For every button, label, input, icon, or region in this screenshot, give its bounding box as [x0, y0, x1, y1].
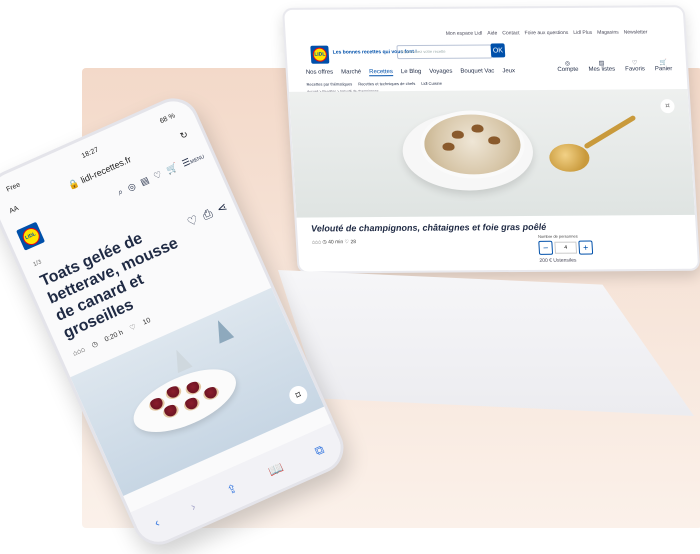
golden-spoon	[548, 143, 591, 172]
portions-value[interactable]: 4	[554, 241, 578, 254]
top-link[interactable]: Foire aux questions	[524, 30, 568, 36]
phone: Free 18:27 68 % AA 🔒 lidl-recettes.fr ↻ …	[0, 90, 352, 553]
menu-icon[interactable]: ☰MENU	[181, 150, 206, 169]
lidl-logo[interactable]: LIDL	[16, 221, 46, 251]
top-link[interactable]: Magasins	[597, 30, 619, 36]
carrier: Free	[5, 181, 22, 194]
cart-label: Panier	[654, 66, 673, 73]
nav-item[interactable]: Jeux	[502, 68, 515, 75]
recipe-meta: ⌂⌂⌂ ◷ 40 min ♡ 28	[312, 239, 356, 245]
list-label: Mes listes	[588, 66, 616, 73]
top-links: Mon espace Lidl Aide Contact Foire aux q…	[446, 29, 648, 36]
cart-icon[interactable]: 🛒 Panier	[654, 59, 673, 73]
laptop-header: LIDL Les bonnes recettes qui vous font !…	[295, 15, 677, 76]
account-label: Compte	[557, 66, 579, 73]
bookmark-icon[interactable]: ⌑	[286, 383, 311, 407]
search-input[interactable]: Recherchez votre recette	[396, 44, 493, 60]
logo-text: LIDL	[19, 224, 42, 248]
laptop-base	[278, 270, 694, 416]
chef-hat-icon: ⌂⌂⌂	[311, 239, 322, 246]
tabs-icon[interactable]: ⧉	[312, 442, 326, 459]
share-icon[interactable]: ⇪	[225, 481, 240, 498]
favorites-icon[interactable]: ♡	[152, 169, 164, 182]
status-time: 18:27	[80, 146, 100, 161]
nav-item[interactable]: Nos offres	[306, 70, 334, 77]
lock-icon: 🔒	[66, 177, 81, 191]
mushroom	[442, 142, 455, 151]
favorites-icon[interactable]: ♡ Favoris	[625, 59, 645, 72]
portions-label: Nombre de personnes	[537, 233, 578, 239]
back-icon[interactable]: ‹	[152, 515, 161, 529]
mushroom	[471, 124, 484, 133]
account-icon[interactable]: ◎ Compte	[557, 60, 579, 73]
clock-icon: ◷	[90, 340, 100, 350]
price-text: 200 €	[539, 257, 553, 264]
recipe-time: 40 min	[328, 239, 344, 246]
decrement-button[interactable]: −	[538, 240, 554, 255]
laptop-screen: LIDL Les bonnes recettes qui vous font !…	[282, 5, 700, 274]
main-nav: Nos offres Marché Recettes Le Blog Voyag…	[306, 68, 516, 77]
portions-stepper: − 4 +	[538, 240, 594, 255]
reload-icon[interactable]: ↻	[177, 125, 191, 145]
sub-nav-item[interactable]: Recettes par thématiques	[306, 81, 352, 86]
cart-icon[interactable]: 🛒	[165, 162, 180, 177]
sub-nav-item[interactable]: Recettes et techniques de chefs	[358, 81, 415, 86]
portions: Nombre de personnes − 4 + 200 € Ustensil…	[538, 234, 594, 264]
nav-item[interactable]: Bouquet Vac	[460, 68, 494, 75]
header-icons: ◎ Compte ▤ Mes listes ♡ Favoris 🛒 Panier	[557, 59, 673, 73]
heart-icon[interactable]: ♡	[128, 323, 138, 332]
bookmarks-icon[interactable]: 📖	[266, 460, 285, 479]
utensils-text[interactable]: Ustensiles	[553, 258, 576, 264]
favorites-label: Favoris	[625, 66, 646, 73]
recipe-actions: ♡ ⎙ ⋖	[185, 199, 230, 230]
mushroom	[451, 130, 465, 139]
laptop: LIDL Les bonnes recettes qui vous font !…	[278, 5, 700, 420]
lidl-logo[interactable]: LIDL	[310, 45, 330, 64]
nav-item[interactable]: Le Blog	[401, 69, 422, 76]
top-link[interactable]: Contact	[502, 30, 520, 36]
increment-button[interactable]: +	[578, 240, 594, 255]
nav-item-active[interactable]: Recettes	[369, 69, 394, 77]
hero-image: ⌑	[288, 89, 695, 218]
account-icon[interactable]: ◎	[126, 181, 138, 194]
nav-item[interactable]: Voyages	[429, 69, 452, 76]
list-icon[interactable]: ▤ Mes listes	[588, 60, 615, 73]
spoon-handle	[583, 114, 637, 150]
top-link[interactable]: Aide	[487, 30, 497, 36]
menu-label: MENU	[189, 153, 206, 166]
recipe-time: 0:20 h	[103, 328, 125, 344]
forward-icon[interactable]: ›	[188, 499, 197, 513]
print-icon[interactable]: ⎙	[200, 206, 215, 224]
sub-nav: Recettes par thématiques Recettes et tec…	[306, 81, 442, 87]
recipe-likes: 10	[141, 316, 152, 327]
share-icon[interactable]: ⋖	[215, 199, 230, 217]
top-link[interactable]: Newsletter	[624, 29, 648, 35]
top-link[interactable]: Lidl Plus	[573, 30, 592, 36]
search-icon[interactable]: ⌕	[116, 186, 125, 198]
decoration-tree	[169, 346, 193, 374]
sub-nav-item[interactable]: Lidl Cuisine	[421, 81, 442, 86]
portions-footer: 200 € Ustensiles	[539, 257, 593, 264]
bookmark-icon[interactable]: ⌑	[660, 99, 675, 114]
chef-hat-icon: ⌂⌂⌂	[71, 345, 87, 358]
recipe-title: Velouté de champignons, châtaignes et fo…	[310, 221, 547, 234]
text-size-button[interactable]: AA	[6, 200, 22, 220]
mushroom	[487, 136, 501, 145]
top-link[interactable]: Mon espace Lidl	[446, 31, 483, 37]
logo-text: LIDL	[312, 47, 328, 62]
battery: 68 %	[158, 112, 177, 126]
list-icon[interactable]: ▤	[139, 175, 151, 189]
decoration-tree	[210, 317, 235, 344]
nav-item[interactable]: Marché	[341, 69, 361, 76]
phone-screen: Free 18:27 68 % AA 🔒 lidl-recettes.fr ↻ …	[0, 90, 352, 553]
image-counter: 1/3	[32, 259, 43, 269]
search-button[interactable]: OK	[490, 43, 506, 58]
recipe-likes: 28	[350, 239, 357, 246]
